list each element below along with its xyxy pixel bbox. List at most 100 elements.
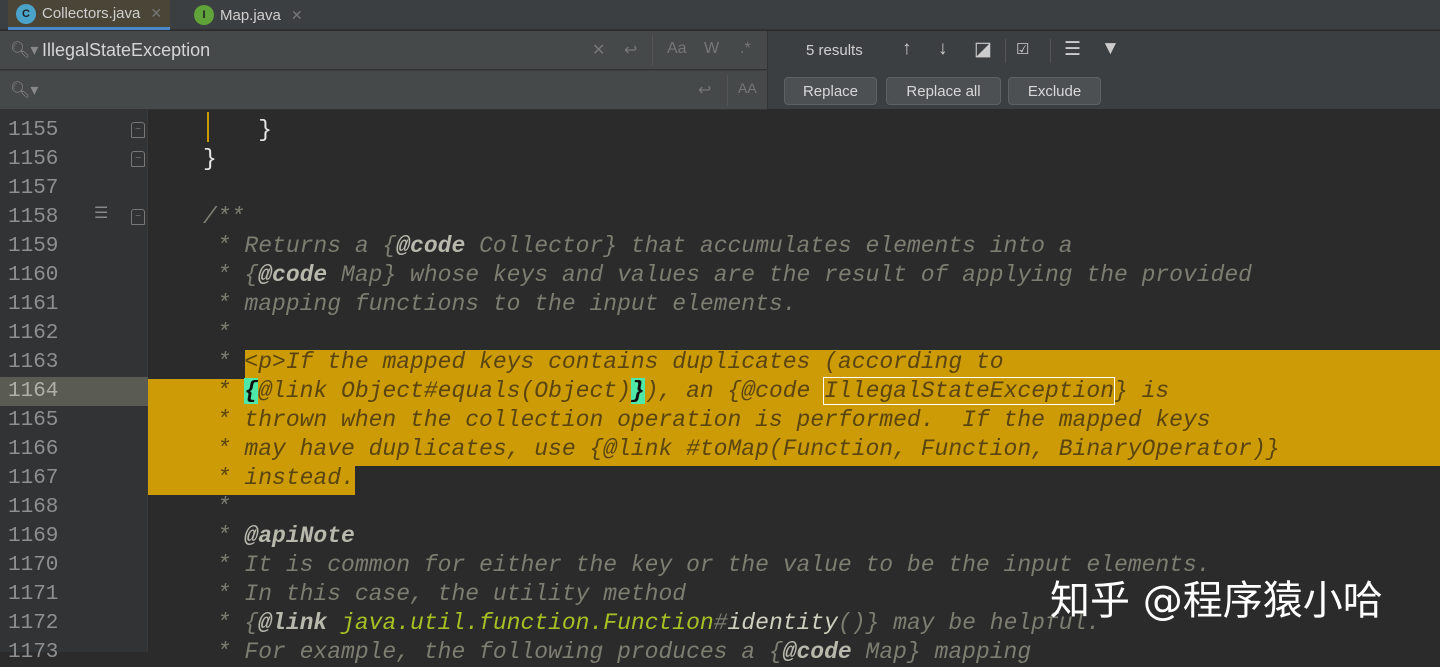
line-number: 1170	[8, 554, 59, 577]
line-number: 1168	[8, 496, 59, 519]
code-token: * {	[203, 610, 259, 636]
code-token: * For example, the following produces a …	[203, 639, 783, 665]
line-number: 1169	[8, 525, 59, 548]
line-number: 1161	[8, 293, 59, 316]
code-line: * Returns a {@code Collector} that accum…	[203, 232, 1073, 261]
code-token: * instead.	[203, 465, 355, 491]
code-line: * @apiNote	[203, 522, 355, 551]
clear-icon[interactable]: ✕	[592, 40, 605, 60]
code-line: *	[203, 493, 231, 522]
search-field[interactable]: 🔍︎▾ IllegalStateException ✕ ↩ Aa W .*	[0, 31, 768, 70]
code-token: <p>If the mapped keys contains duplicate…	[244, 349, 1004, 375]
words-toggle[interactable]: W	[704, 40, 719, 58]
line-number: 1167	[8, 467, 59, 490]
editor-tabs: C Collectors.java ✕ I Map.java ✕	[0, 0, 1440, 30]
line-number: 1156	[8, 148, 59, 171]
line-number: 1163	[8, 351, 59, 374]
search-icon[interactable]: 🔍︎▾	[10, 40, 38, 60]
code-token: {	[244, 378, 259, 404]
indent-guide	[207, 112, 209, 142]
code-token: *	[203, 320, 231, 346]
code-token: ), an {@code	[644, 378, 825, 404]
code-token: * mapping functions to the input element…	[203, 291, 797, 317]
new-line-icon[interactable]: ↩	[624, 40, 637, 60]
search-match: IllegalStateException	[823, 377, 1116, 405]
line-number: 1172	[8, 612, 59, 635]
line-number: 1158	[8, 206, 59, 229]
code-token: @code	[782, 639, 852, 665]
interface-icon: I	[194, 5, 214, 25]
fold-marker-icon[interactable]: −	[131, 151, 145, 167]
results-count: 5 results	[806, 42, 863, 59]
line-number: 1155	[8, 119, 59, 142]
replace-button[interactable]: Replace	[784, 77, 877, 105]
code-token: Collector} that accumulates elements int…	[465, 233, 1073, 259]
code-line: *	[203, 319, 231, 348]
code-line: * {@link java.util.function.Function#ide…	[203, 609, 1100, 638]
search-icon[interactable]: 🔍︎▾	[10, 80, 38, 100]
exclude-button[interactable]: Exclude	[1008, 77, 1101, 105]
fold-marker-icon[interactable]: −	[131, 209, 145, 225]
tab-label: Collectors.java	[42, 5, 141, 22]
code-line: * For example, the following produces a …	[203, 638, 1031, 667]
line-number: 1160	[8, 264, 59, 287]
code-token: Map} whose keys and values are the resul…	[327, 262, 1252, 288]
next-occurrence-icon[interactable]: ↓	[938, 38, 948, 60]
filter-icon[interactable]: ▼	[1101, 38, 1120, 60]
code-token: *	[203, 378, 245, 404]
render-doc-icon[interactable]: ☰	[94, 206, 108, 223]
preserve-case-toggle[interactable]: AA	[738, 80, 757, 96]
code-token: * In this case, the utility method	[203, 581, 687, 607]
line-number: 1166	[8, 438, 59, 461]
line-number: 1159	[8, 235, 59, 258]
replace-field[interactable]: 🔍︎▾ ↩ AA	[0, 71, 768, 110]
line-number: 1165	[8, 409, 59, 432]
code-token: *	[203, 523, 245, 549]
class-icon: C	[16, 3, 36, 24]
code-token: * Returns a {	[203, 233, 397, 259]
replace-all-button[interactable]: Replace all	[886, 77, 1001, 105]
code-token: @link	[258, 610, 328, 636]
code-line: * thrown when the collection operation i…	[203, 406, 1211, 435]
tab-collectors-java[interactable]: C Collectors.java ✕	[8, 0, 171, 30]
select-all-occurrences-icon[interactable]: ◪	[974, 38, 992, 61]
tab-map-java[interactable]: I Map.java ✕	[186, 0, 311, 30]
code-token: #	[713, 610, 728, 636]
code-line: * {@link Object#equals(Object)}), an {@c…	[203, 377, 1169, 406]
close-icon[interactable]: ✕	[291, 7, 303, 24]
regex-toggle[interactable]: .*	[740, 40, 751, 58]
code-line: * In this case, the utility method	[203, 580, 686, 609]
code-token: /**	[203, 204, 245, 230]
line-number: 1171	[8, 583, 59, 606]
code-token: java.util.function.Function	[341, 610, 714, 636]
code-token: @link Object#equals(Object)	[258, 378, 631, 404]
code-token: *	[203, 349, 245, 375]
code-token: @code	[396, 233, 466, 259]
match-case-toggle[interactable]: Aa	[667, 40, 687, 58]
code-token: * {	[203, 262, 259, 288]
code-line: * may have duplicates, use {@link #toMap…	[203, 435, 1280, 464]
code-line: * instead.	[203, 464, 355, 493]
previous-occurrence-icon[interactable]: ↑	[902, 38, 912, 60]
code-token: identity	[727, 610, 838, 636]
code-line: /**	[203, 203, 244, 232]
search-input[interactable]: IllegalStateException	[42, 40, 210, 61]
watermark: 知乎 @程序猿小哈	[1050, 578, 1383, 624]
close-icon[interactable]: ✕	[150, 5, 162, 22]
line-gutter: 1155 1156 1157 1158 1159 1160 1161 1162 1163 1164…	[0, 110, 148, 664]
code-line: * {@code Map} whose keys and values are …	[203, 261, 1252, 290]
in-selection-icon[interactable]: ☑	[1016, 40, 1029, 58]
code-token: }	[630, 378, 645, 404]
code-token: Map} mapping	[851, 639, 1032, 665]
code-line: * mapping functions to the input element…	[203, 290, 797, 319]
code-token: *	[203, 494, 231, 520]
code-token: * thrown when the collection operation i…	[203, 407, 1211, 433]
fold-marker-icon[interactable]: −	[131, 122, 145, 138]
multiline-icon[interactable]: ☰	[1064, 38, 1081, 61]
code-line: }	[203, 116, 272, 145]
line-number: 1162	[8, 322, 59, 345]
tab-label: Map.java	[220, 6, 281, 24]
new-line-icon[interactable]: ↩	[698, 80, 711, 100]
code-token: @code	[258, 262, 328, 288]
